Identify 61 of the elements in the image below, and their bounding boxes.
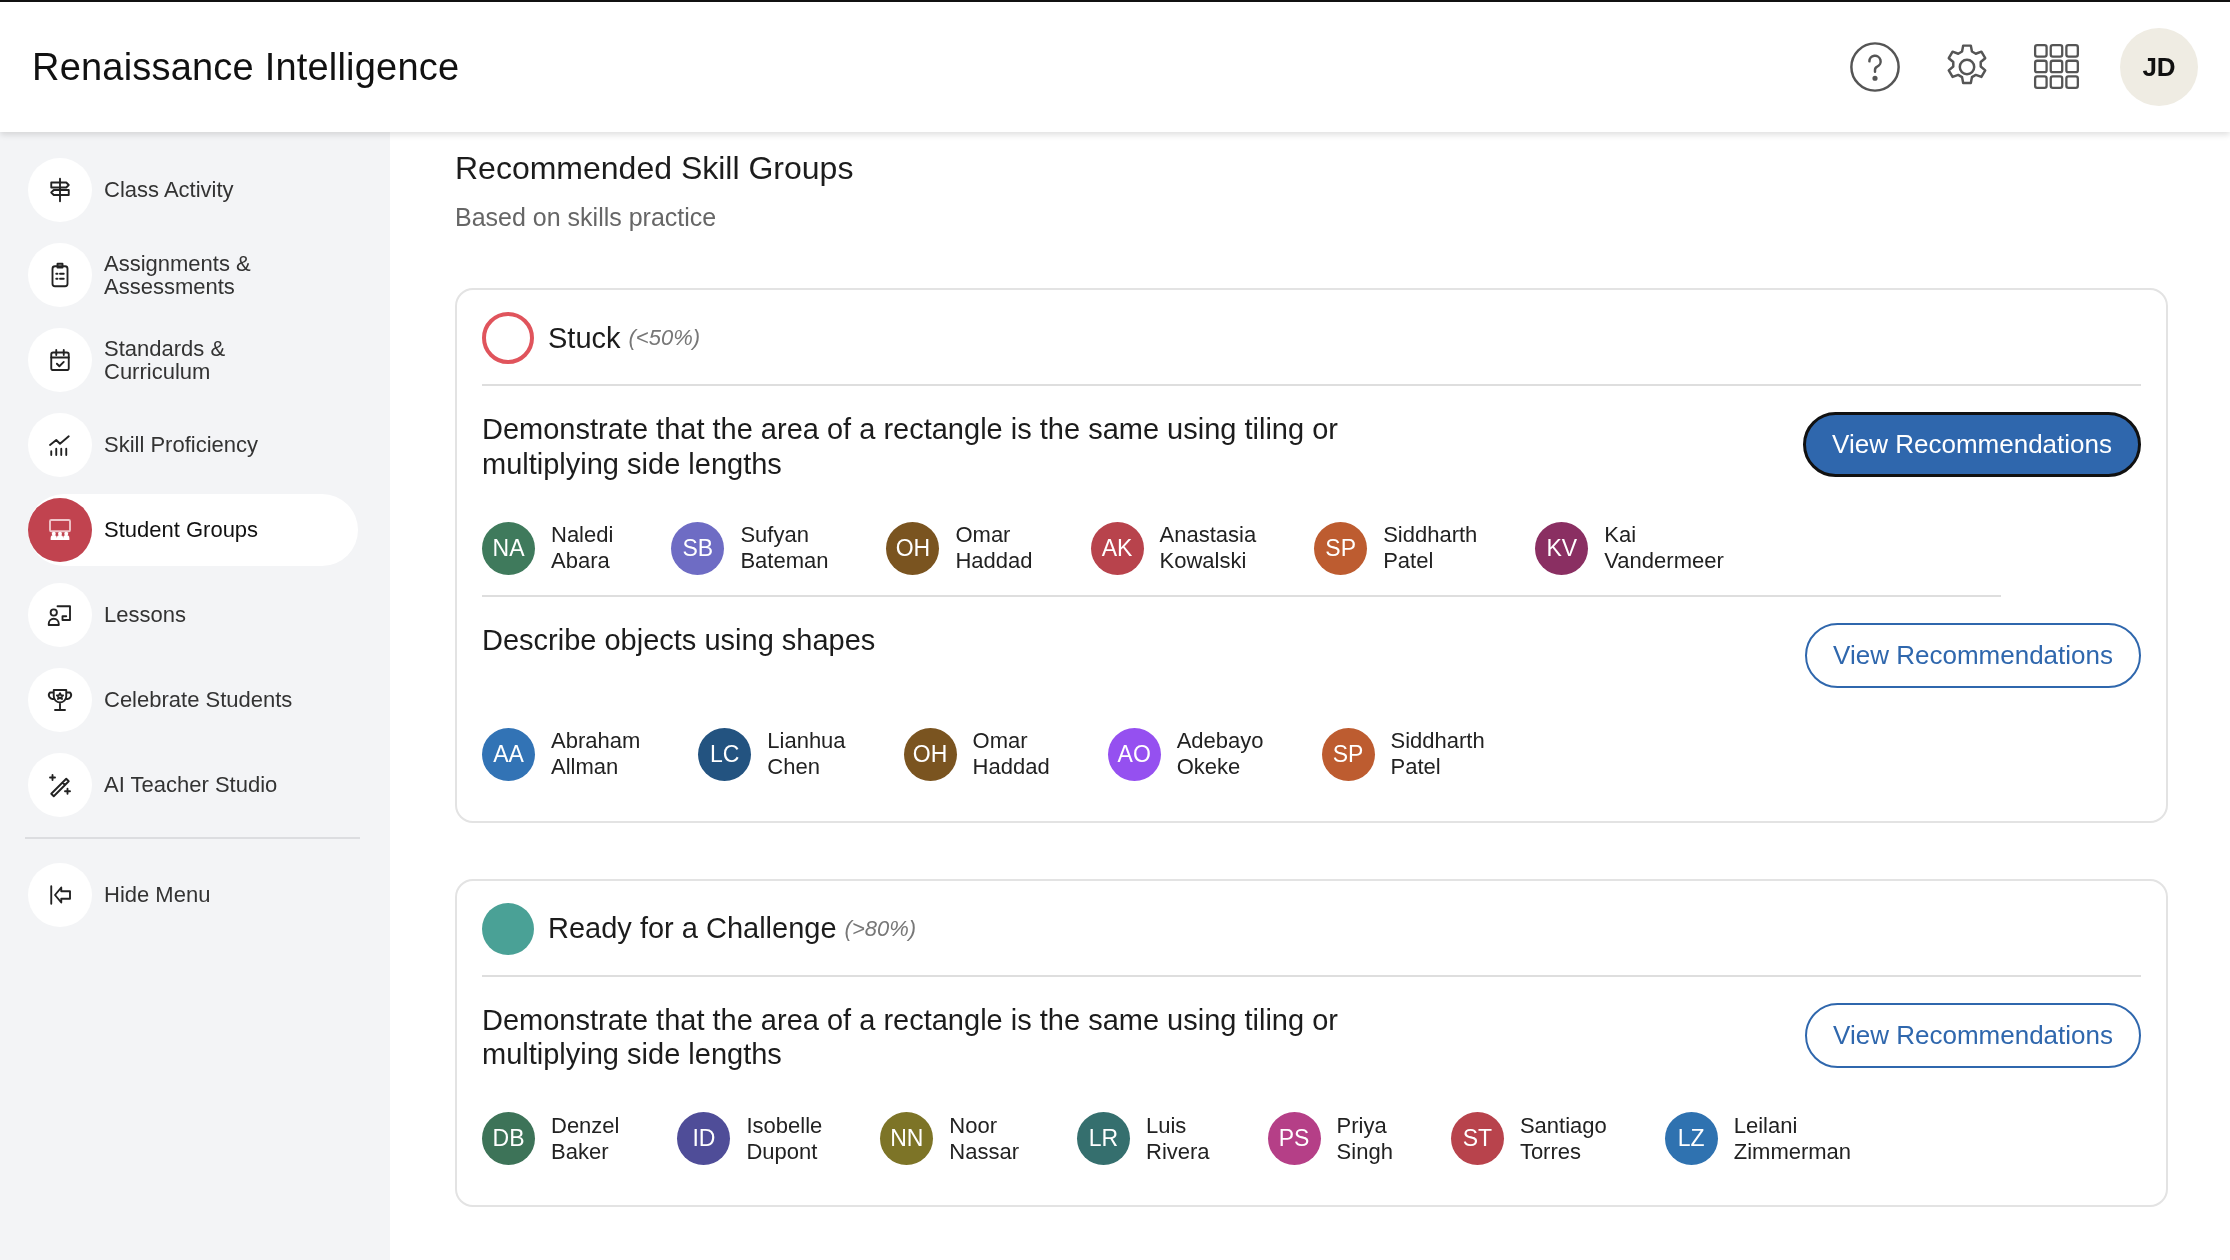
student-avatar: NN	[880, 1112, 934, 1166]
student-name: Isobelle Dupont	[746, 1112, 823, 1165]
student-name: Anastasia Kowalski	[1159, 522, 1257, 575]
help-icon[interactable]	[1848, 40, 1902, 94]
student-avatar: PS	[1267, 1112, 1321, 1166]
hide-menu-button[interactable]: Hide Menu	[28, 859, 358, 931]
user-avatar[interactable]: JD	[2120, 28, 2198, 106]
student-avatar: AA	[482, 727, 535, 781]
student-avatar: OH	[903, 727, 957, 781]
app-grid-icon[interactable]	[2032, 42, 2082, 92]
student-name: Leilani Zimmerman	[1733, 1112, 1852, 1165]
group-name: Stuck	[548, 321, 621, 355]
student-avatar: DB	[482, 1112, 535, 1166]
student-avatar: KV	[1535, 521, 1589, 575]
page-subtitle: Based on skills practice	[455, 203, 718, 232]
student-avatar: AK	[1090, 521, 1144, 575]
student-avatar: SB	[671, 521, 725, 575]
student-avatar: OH	[886, 521, 940, 575]
skill-title: Demonstrate that the area of a rectangle is the same using tiling or multiplying side lengths	[482, 1002, 1339, 1073]
group-range: (>80%)	[844, 915, 917, 942]
student-name: Naledi Abara	[551, 522, 614, 575]
student-name: Adebayo Okeke	[1176, 728, 1264, 781]
sidebar-item[interactable]: AI Teacher Studio	[28, 749, 358, 821]
view-recommendations-button[interactable]: View Recommendations	[1805, 1002, 2141, 1068]
view-recommendations-button[interactable]: View Recommendations	[1805, 622, 2141, 688]
skill-title: Demonstrate that the area of a rectangle is the same using tiling or multiplying side lengths	[482, 412, 1339, 482]
student-avatar: SP	[1321, 727, 1375, 781]
student-name: Siddharth Patel	[1390, 728, 1485, 781]
student-avatar: ID	[677, 1112, 731, 1166]
view-recommendations-button[interactable]: View Recommendations	[1803, 412, 2141, 477]
sidebar-item[interactable]: Celebrate Students	[28, 664, 358, 736]
sidebar-item[interactable]: Student Groups	[28, 494, 358, 566]
student-avatar: LC	[698, 727, 752, 781]
student-name: Lianhua Chen	[767, 728, 846, 781]
student-name: Noor Nassar	[949, 1112, 1019, 1165]
student-name: Omar Haddad	[972, 728, 1050, 781]
student-name: Omar Haddad	[955, 522, 1033, 575]
app-logo: Renaissance Intelligence	[32, 45, 460, 89]
group-range: (<50%)	[628, 325, 701, 351]
page-title: Recommended Skill Groups	[455, 150, 855, 187]
student-name: Luis Rivera	[1146, 1112, 1210, 1165]
student-avatar: LZ	[1664, 1112, 1718, 1166]
student-avatar: AO	[1107, 727, 1161, 781]
sidebar-item[interactable]: Lessons	[28, 579, 358, 651]
sidebar-item[interactable]: Skill Proficiency	[28, 409, 358, 481]
student-name: Abraham Allman	[551, 728, 641, 781]
student-name: Sufyan Bateman	[740, 522, 829, 575]
skill-title: Describe objects using shapes	[482, 622, 876, 658]
sidebar-item[interactable]: Assignments & Assessments	[28, 239, 358, 311]
student-name: Siddharth Patel	[1383, 522, 1478, 575]
group-name: Ready for a Challenge	[548, 912, 837, 946]
student-name: Santiago Torres	[1519, 1112, 1607, 1165]
student-name: Denzel Baker	[551, 1112, 620, 1165]
sidebar-item[interactable]: Class Activity	[28, 154, 358, 226]
student-avatar: SP	[1314, 521, 1368, 575]
sidebar-item[interactable]: Standards & Curriculum	[28, 324, 358, 396]
student-name: Kai Vandermeer	[1604, 522, 1724, 575]
student-name: Priya Singh	[1336, 1112, 1393, 1165]
student-avatar: NA	[482, 521, 535, 575]
student-avatar: ST	[1450, 1112, 1504, 1166]
student-avatar: LR	[1077, 1112, 1130, 1166]
